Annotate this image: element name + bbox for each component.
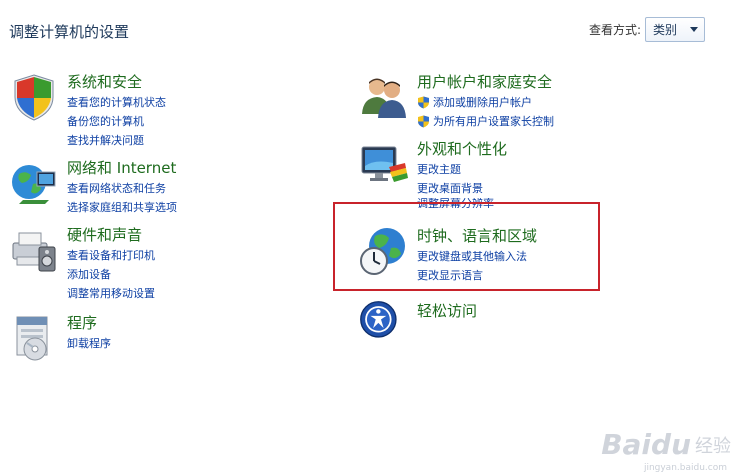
category-title[interactable]: 硬件和声音 bbox=[67, 225, 155, 245]
link-label: 添加或删除用户帐户 bbox=[433, 96, 532, 109]
link-mobility-settings[interactable]: 调整常用移动设置 bbox=[67, 284, 155, 303]
category-title[interactable]: 用户帐户和家庭安全 bbox=[417, 72, 554, 92]
link-homegroup[interactable]: 选择家庭组和共享选项 bbox=[67, 198, 177, 217]
link-change-theme[interactable]: 更改主题 bbox=[417, 160, 507, 179]
view-by-value: 类别 bbox=[653, 23, 678, 37]
category-network-internet: 网络和 Internet 查看网络状态和任务 选择家庭组和共享选项 bbox=[9, 158, 177, 217]
link-parental-controls[interactable]: 为所有用户设置家长控制 bbox=[417, 112, 554, 131]
link-troubleshoot[interactable]: 查找并解决问题 bbox=[67, 131, 166, 150]
category-title[interactable]: 网络和 Internet bbox=[67, 158, 177, 178]
link-network-status[interactable]: 查看网络状态和任务 bbox=[67, 179, 177, 198]
printer-icon[interactable] bbox=[9, 225, 59, 275]
uac-shield-icon bbox=[418, 115, 429, 128]
link-desktop-background[interactable]: 更改桌面背景 bbox=[417, 179, 507, 198]
network-globe-icon[interactable] bbox=[9, 158, 59, 208]
uac-shield-icon bbox=[418, 96, 429, 109]
users-icon[interactable] bbox=[359, 72, 409, 122]
watermark-url: jingyan.baidu.com bbox=[643, 463, 727, 473]
appearance-monitor-icon[interactable] bbox=[359, 139, 409, 189]
category-title[interactable]: 外观和个性化 bbox=[417, 139, 507, 159]
watermark: Baidu 经验 bbox=[601, 428, 731, 461]
link-check-status[interactable]: 查看您的计算机状态 bbox=[67, 93, 166, 112]
category-title[interactable]: 轻松访问 bbox=[417, 301, 477, 321]
link-backup[interactable]: 备份您的计算机 bbox=[67, 112, 166, 131]
ease-of-access-icon[interactable] bbox=[359, 300, 403, 344]
programs-icon[interactable] bbox=[9, 313, 59, 363]
link-add-device[interactable]: 添加设备 bbox=[67, 265, 155, 284]
link-uninstall-program[interactable]: 卸载程序 bbox=[67, 334, 111, 353]
category-system-security: 系统和安全 查看您的计算机状态 备份您的计算机 查找并解决问题 bbox=[9, 72, 166, 150]
view-by-dropdown[interactable]: 类别 bbox=[645, 17, 705, 42]
category-programs: 程序 卸载程序 bbox=[9, 313, 111, 363]
page-title: 调整计算机的设置 bbox=[9, 23, 130, 41]
link-devices-printers[interactable]: 查看设备和打印机 bbox=[67, 246, 155, 265]
chevron-down-icon bbox=[690, 27, 698, 32]
category-title[interactable]: 程序 bbox=[67, 313, 111, 333]
shield-icon[interactable] bbox=[9, 72, 59, 122]
link-add-remove-users[interactable]: 添加或删除用户帐户 bbox=[417, 93, 554, 112]
highlight-box bbox=[333, 202, 600, 291]
category-hardware-sound: 硬件和声音 查看设备和打印机 添加设备 调整常用移动设置 bbox=[9, 225, 155, 303]
category-title[interactable]: 系统和安全 bbox=[67, 72, 166, 92]
watermark-brand: Baidu bbox=[601, 428, 691, 461]
view-by-label: 查看方式: bbox=[588, 23, 641, 37]
category-appearance: 外观和个性化 更改主题 更改桌面背景 调整屏幕分辨率 bbox=[359, 139, 507, 208]
category-user-accounts: 用户帐户和家庭安全 添加或删除用户帐户 为所有用户设置家长控制 bbox=[359, 72, 554, 131]
watermark-sub: 经验 bbox=[695, 435, 731, 457]
category-ease-of-access: 轻松访问 bbox=[359, 300, 477, 344]
link-label: 为所有用户设置家长控制 bbox=[433, 115, 554, 128]
view-by-control: 查看方式: 类别 bbox=[589, 17, 705, 42]
